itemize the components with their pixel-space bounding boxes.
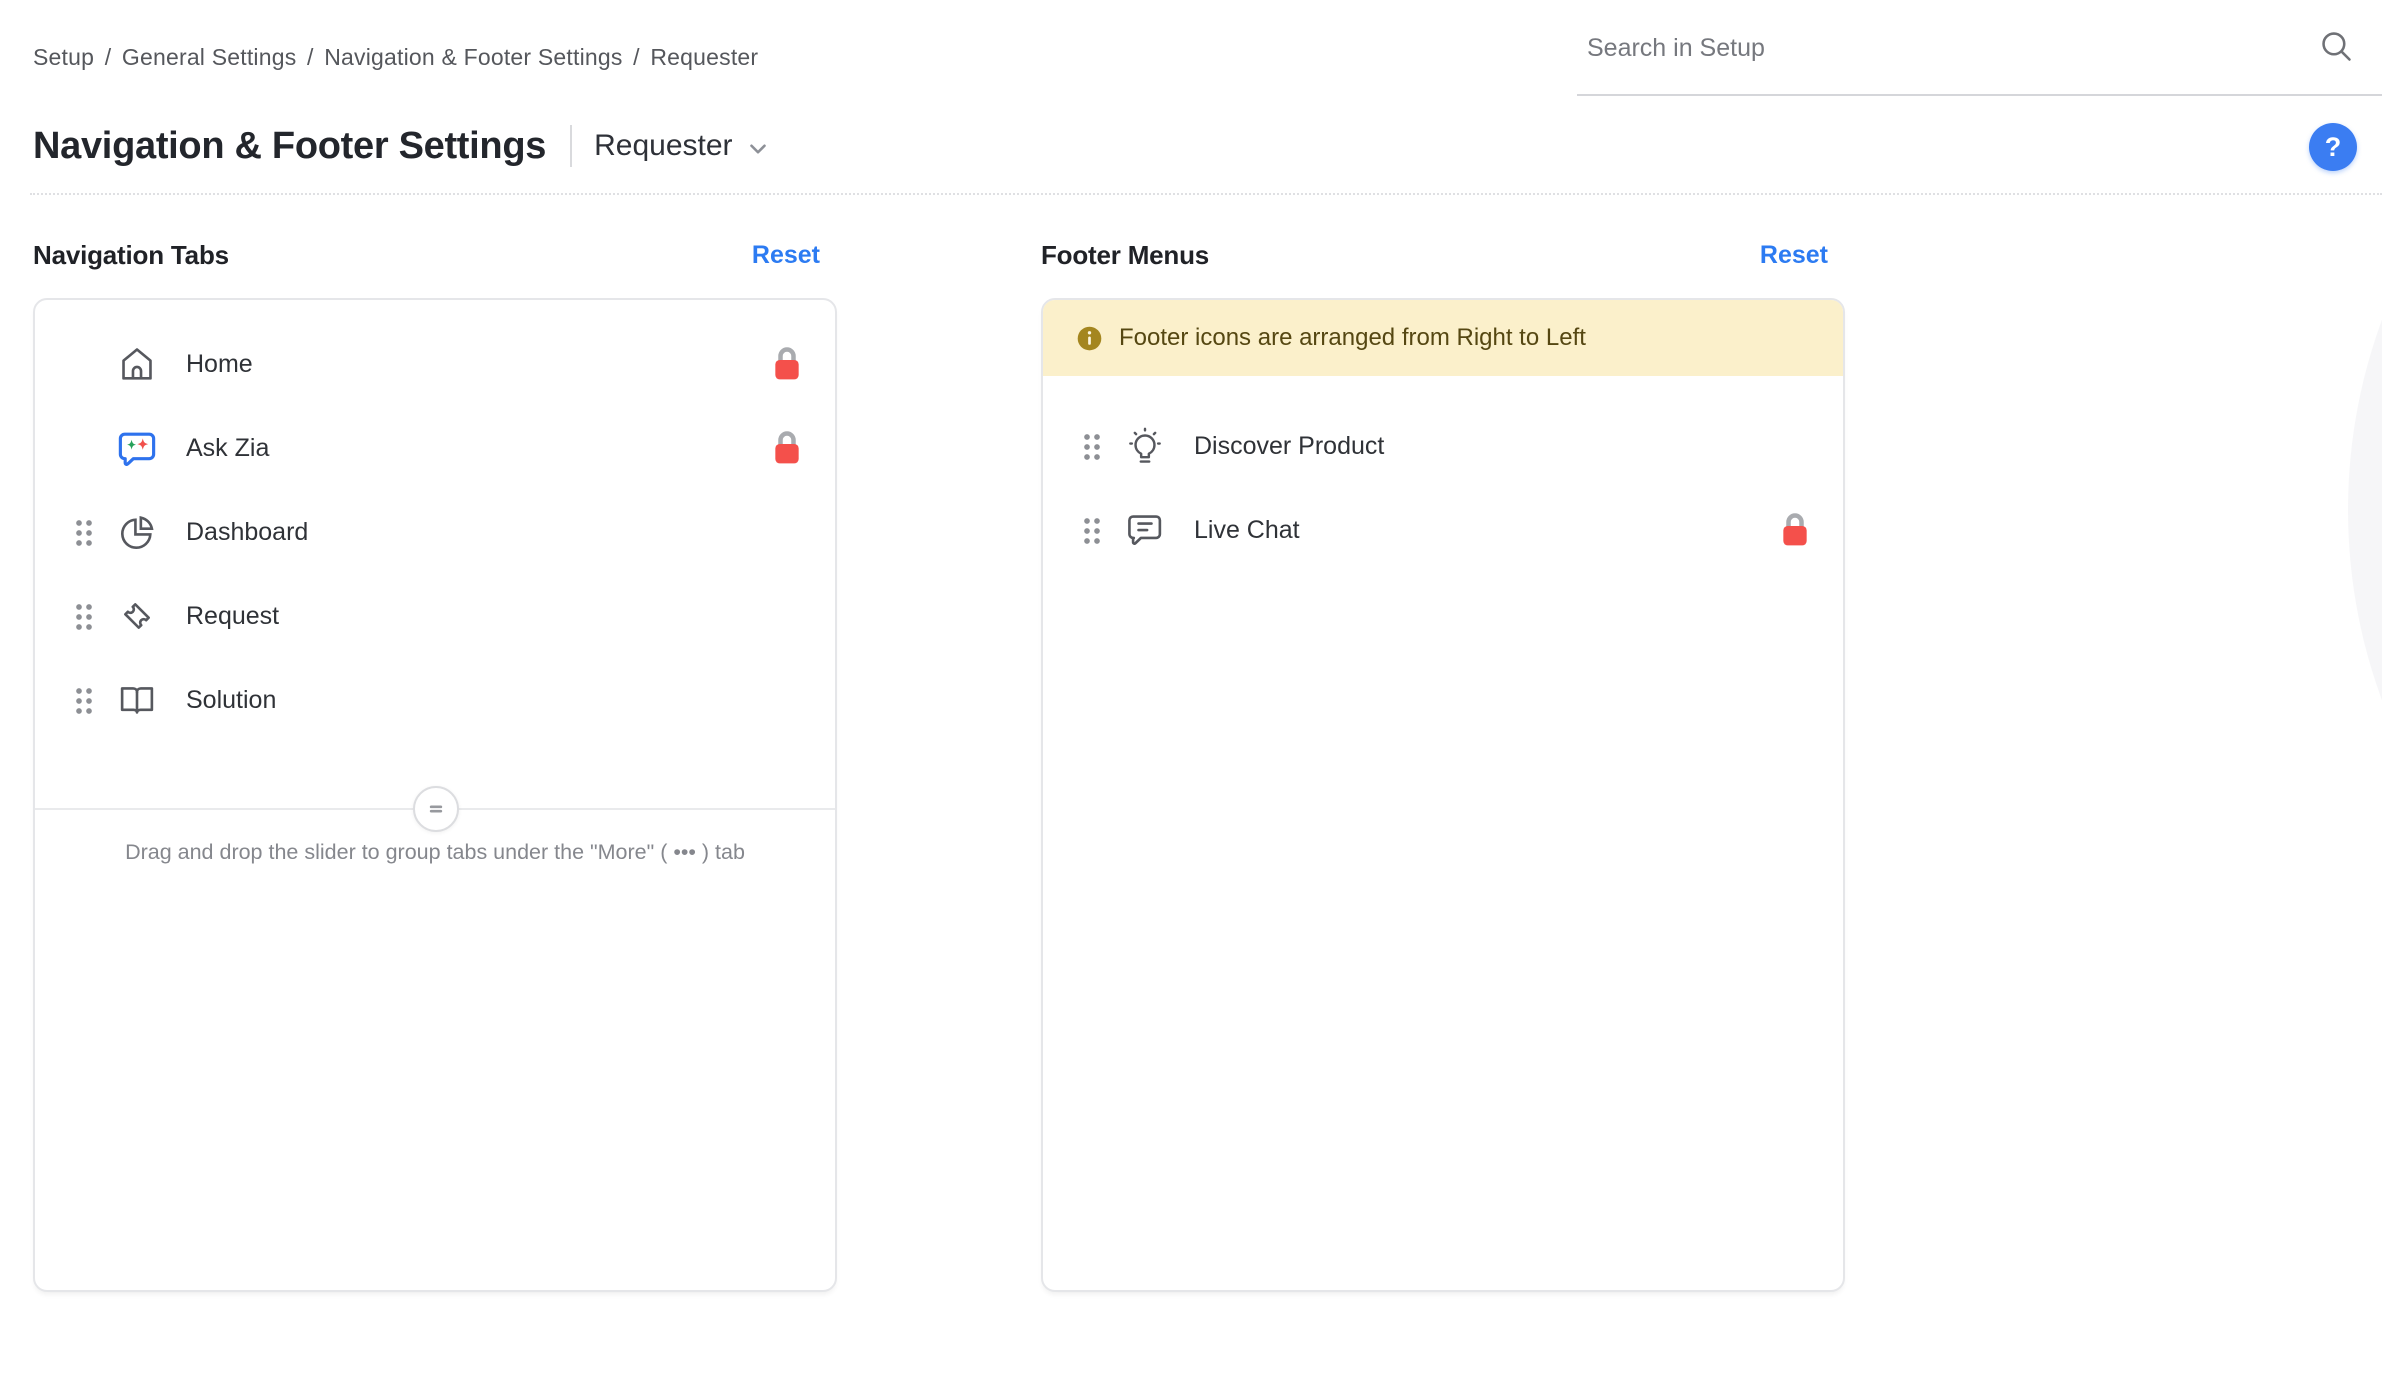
portal-selector-label: Requester bbox=[594, 129, 732, 163]
breadcrumb-item[interactable]: Requester bbox=[650, 44, 758, 70]
footer-menu-label: Live Chat bbox=[1194, 516, 1300, 545]
drag-handle[interactable] bbox=[1071, 516, 1111, 544]
footer-menus-title: Footer Menus bbox=[1041, 240, 1209, 271]
nav-tab-label: Home bbox=[186, 350, 253, 379]
solution-icon bbox=[115, 678, 159, 722]
lock-icon bbox=[1775, 507, 1815, 553]
footer-menu-row[interactable]: Discover Product bbox=[1043, 404, 1843, 488]
nav-tab-label: Dashboard bbox=[186, 518, 308, 547]
footer-menu-row[interactable]: Live Chat bbox=[1043, 488, 1843, 572]
bulb-icon bbox=[1123, 424, 1167, 468]
dashboard-icon bbox=[115, 510, 159, 554]
breadcrumb-item[interactable]: General Settings bbox=[122, 44, 297, 70]
more-slider-handle[interactable] bbox=[413, 786, 459, 832]
chevron-down-icon bbox=[745, 136, 771, 162]
nav-tab-row[interactable]: Solution bbox=[35, 658, 835, 742]
nav-tab-row[interactable]: Dashboard bbox=[35, 490, 835, 574]
ask-zia-icon bbox=[115, 426, 159, 470]
nav-tab-label: Solution bbox=[186, 686, 276, 715]
title-row: Navigation & Footer Settings Requester bbox=[33, 116, 771, 176]
navigation-tabs-reset-button[interactable]: Reset bbox=[752, 241, 820, 270]
navigation-tabs-header: Navigation Tabs Reset bbox=[33, 240, 837, 271]
footer-menu-label: Discover Product bbox=[1194, 432, 1384, 461]
nav-tab-row[interactable]: Ask Zia bbox=[35, 406, 835, 490]
drag-handle[interactable] bbox=[63, 518, 103, 546]
breadcrumb-item[interactable]: Setup bbox=[33, 44, 94, 70]
breadcrumb-item[interactable]: Navigation & Footer Settings bbox=[324, 44, 622, 70]
question-mark-icon: ? bbox=[2325, 132, 2342, 163]
breadcrumb-separator: / bbox=[296, 44, 324, 70]
page-title: Navigation & Footer Settings bbox=[33, 125, 546, 168]
nav-tab-row[interactable]: Request bbox=[35, 574, 835, 658]
footer-menus-list: Discover Product Live Chat bbox=[1043, 376, 1843, 572]
info-icon bbox=[1076, 325, 1103, 352]
footer-info-banner: Footer icons are arranged from Right to … bbox=[1043, 300, 1843, 376]
home-icon bbox=[115, 342, 159, 386]
request-icon bbox=[115, 594, 159, 638]
drag-handle[interactable] bbox=[63, 602, 103, 630]
search-icon[interactable] bbox=[2318, 28, 2354, 64]
breadcrumb-separator: / bbox=[623, 44, 651, 70]
drag-handle[interactable] bbox=[1071, 432, 1111, 460]
search-input[interactable] bbox=[1587, 28, 2267, 68]
lock-icon bbox=[767, 425, 807, 471]
nav-tab-label: Ask Zia bbox=[186, 434, 269, 463]
lock-icon bbox=[767, 341, 807, 387]
nav-tab-label: Request bbox=[186, 602, 279, 631]
portal-selector-dropdown[interactable]: Requester bbox=[594, 129, 770, 163]
chat-icon bbox=[1123, 508, 1167, 552]
navigation-tabs-title: Navigation Tabs bbox=[33, 240, 229, 271]
slider-hint-text: Drag and drop the slider to group tabs u… bbox=[35, 840, 835, 865]
title-separator bbox=[570, 125, 572, 167]
navigation-tabs-list: Home Ask Zia bbox=[35, 300, 835, 742]
footer-menus-card: Footer icons are arranged from Right to … bbox=[1041, 298, 1845, 1292]
setup-search bbox=[1577, 0, 2382, 96]
footer-menus-reset-button[interactable]: Reset bbox=[1760, 241, 1828, 270]
help-button[interactable]: ? bbox=[2309, 123, 2357, 171]
header-divider bbox=[30, 193, 2382, 195]
navigation-tabs-card: Home Ask Zia bbox=[33, 298, 837, 1292]
footer-banner-text: Footer icons are arranged from Right to … bbox=[1119, 324, 1586, 352]
drag-handle[interactable] bbox=[63, 686, 103, 714]
breadcrumb: Setup / General Settings / Navigation & … bbox=[33, 44, 758, 71]
navigation-footer-settings-page: Setup / General Settings / Navigation & … bbox=[0, 0, 2382, 1378]
footer-menus-header: Footer Menus Reset bbox=[1041, 240, 1845, 271]
nav-tab-row[interactable]: Home bbox=[35, 322, 835, 406]
breadcrumb-separator: / bbox=[94, 44, 122, 70]
